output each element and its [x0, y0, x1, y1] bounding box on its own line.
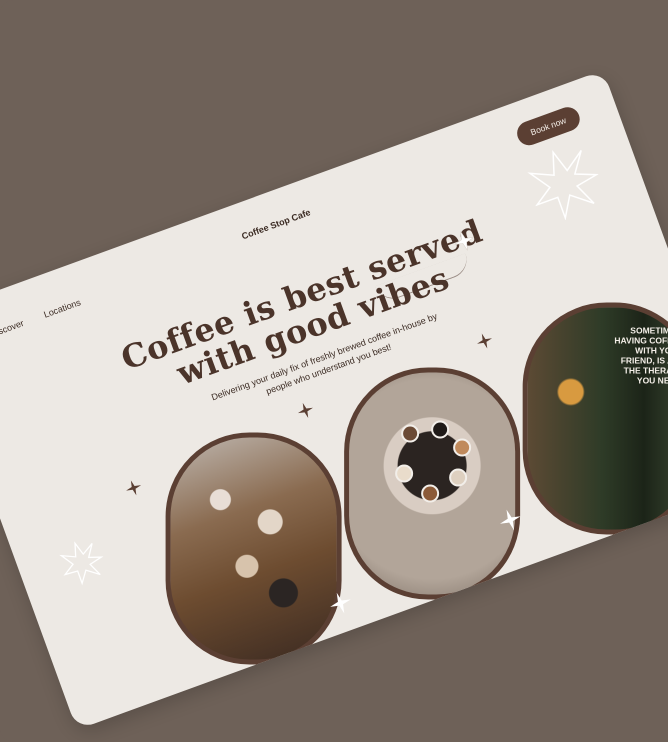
window-quote-text: SOMETIMES, HAVING COFFEE WITH YOUR FRIEN… [614, 325, 668, 386]
coffee-cup [453, 438, 472, 457]
nav-link-discover[interactable]: Discover [0, 318, 25, 339]
background-stage: Discover Locations Coffee Stop Cafe Book… [0, 0, 668, 742]
brand-name[interactable]: Coffee Stop Cafe [240, 207, 312, 241]
discover-button[interactable]: Discover [445, 603, 528, 632]
nav-links: Discover Locations [0, 297, 82, 339]
coffee-cup [421, 484, 440, 503]
coffee-cup [431, 420, 450, 439]
coffee-cup [449, 468, 468, 487]
coffee-cup [401, 424, 420, 443]
coffee-cups-photo [344, 367, 521, 600]
coffee-table-photo [165, 432, 342, 665]
sparkle-icon [297, 402, 314, 418]
landing-page-card: Discover Locations Coffee Stop Cafe Book… [0, 70, 668, 730]
locations-button[interactable]: Locations [621, 531, 668, 560]
cafe-window-photo: SOMETIMES, HAVING COFFEE WITH YOUR FRIEN… [522, 302, 668, 535]
sparkle-icon [477, 333, 493, 349]
sparkle-icon [126, 480, 142, 496]
menu-button[interactable]: Menu [267, 677, 342, 706]
coffee-cup [395, 464, 414, 483]
nav-link-locations[interactable]: Locations [42, 297, 82, 320]
starburst-icon [59, 541, 104, 586]
